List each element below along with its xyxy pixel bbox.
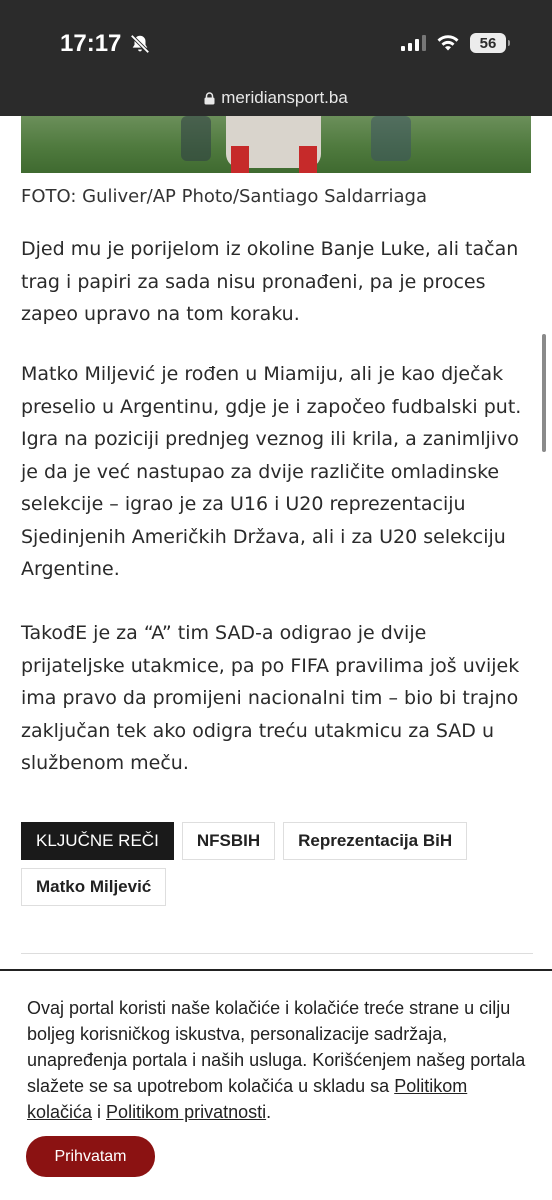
browser-chrome: 17:17 56 meridiansport.ba xyxy=(0,0,552,116)
tags-heading: KLJUČNE REČI xyxy=(21,822,174,860)
battery-icon: 56 xyxy=(470,33,510,53)
address-bar[interactable]: meridiansport.ba xyxy=(0,88,552,108)
silent-bell-icon xyxy=(130,34,150,54)
battery-level: 56 xyxy=(479,34,497,52)
cookie-separator: i xyxy=(92,1102,107,1122)
cellular-signal-icon xyxy=(401,35,426,51)
lock-icon xyxy=(204,91,215,104)
section-divider xyxy=(21,953,533,954)
status-icons: 56 xyxy=(401,33,510,53)
status-bar-time-group: 17:17 xyxy=(60,30,151,58)
tag-link[interactable]: Reprezentacija BiH xyxy=(283,822,468,860)
article-paragraph: TakođE je za “A” tim SAD-a odigrao je dv… xyxy=(21,622,520,774)
url-text[interactable]: meridiansport.ba xyxy=(221,88,348,108)
cookie-end: . xyxy=(266,1102,272,1122)
accept-cookies-button[interactable]: Prihvatam xyxy=(26,1136,155,1177)
privacy-policy-link[interactable]: Politikom privatnosti xyxy=(106,1102,266,1122)
scrollbar[interactable] xyxy=(542,334,546,452)
article-photo xyxy=(21,116,531,173)
keyword-tags: KLJUČNE REČI NFSBIH Reprezentacija BiH M… xyxy=(21,822,533,906)
article-paragraph: Matko Miljević je rođen u Miamiju, ali j… xyxy=(21,363,522,580)
cookie-text: Ovaj portal koristi naše kolačiće i kola… xyxy=(27,995,527,1125)
photo-caption: FOTO: Guliver/AP Photo/Santiago Saldarri… xyxy=(21,186,428,207)
status-time: 17:17 xyxy=(60,30,122,57)
article-paragraph: Djed mu je porijelom iz okoline Banje Lu… xyxy=(21,238,519,325)
tag-link[interactable]: NFSBIH xyxy=(181,822,276,860)
wifi-icon xyxy=(437,35,459,51)
cookie-banner: Ovaj portal koristi naše kolačiće i kola… xyxy=(0,969,552,1200)
tag-link[interactable]: Matko Miljević xyxy=(21,868,167,906)
